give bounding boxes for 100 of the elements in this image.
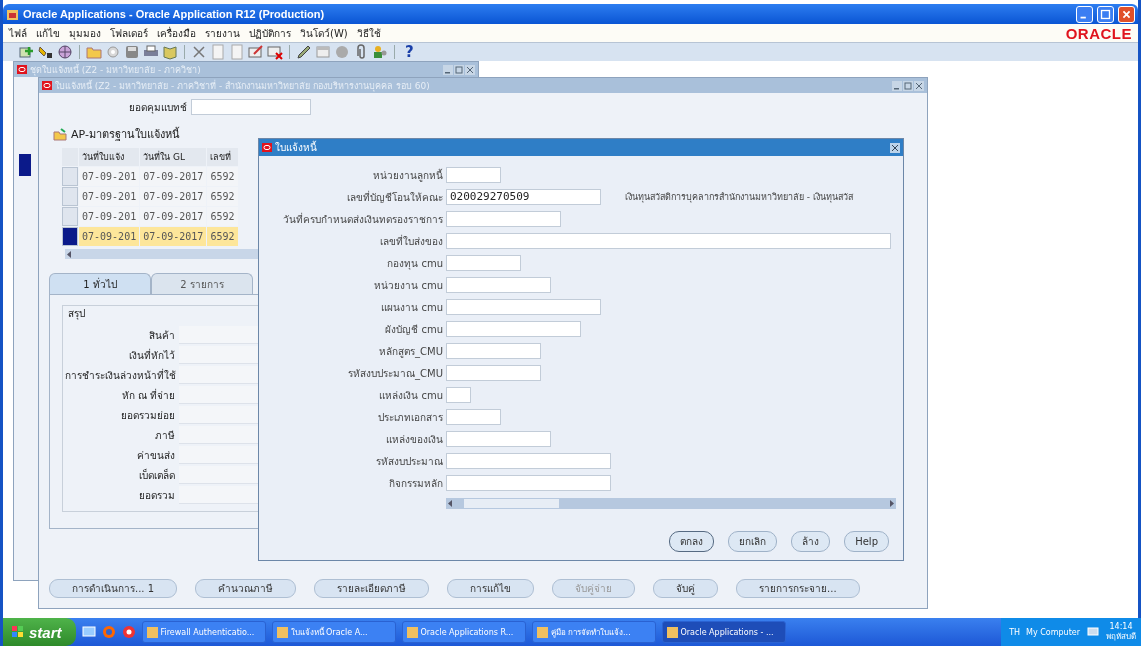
field-label: ยอดคุมแบทช์	[129, 100, 187, 115]
menu-item[interactable]: รายงาน	[205, 25, 240, 41]
field-label: เลขที่ใบส่งของ	[379, 233, 443, 249]
maximize-icon[interactable]	[1097, 5, 1114, 23]
taskbar-button[interactable]: Oracle Applications R...	[401, 621, 526, 643]
input-field[interactable]	[446, 343, 541, 359]
field-label: เงินที่หักไว้	[128, 347, 175, 363]
scroll-left-icon[interactable]	[446, 499, 454, 508]
language-indicator[interactable]: TH	[1009, 627, 1021, 637]
menu-item[interactable]: แก้ไข	[36, 25, 60, 41]
input-field[interactable]	[446, 299, 601, 315]
maximize-icon[interactable]	[903, 80, 913, 91]
input-field[interactable]	[446, 475, 611, 491]
scroll-right-icon[interactable]	[888, 499, 896, 508]
field-label: เบ็ดเตล็ด	[138, 467, 175, 483]
column-header[interactable]: วันที่ใน GL	[140, 148, 207, 166]
action-button[interactable]: จับคู่	[653, 579, 719, 598]
close-icon[interactable]	[465, 64, 475, 75]
action-button[interactable]: รายละเอียดภาษี	[314, 579, 430, 598]
dialog-button[interactable]: Help	[844, 531, 889, 552]
taskbar-button[interactable]: Firewall Authenticatio...	[141, 621, 266, 643]
field-label: กองทุน cmu	[386, 256, 443, 271]
dialog-button[interactable]: ล้าง	[791, 531, 831, 552]
input-field[interactable]	[446, 277, 551, 293]
field-label: ค่าขนส่ง	[136, 448, 175, 463]
help-button[interactable]: ?	[401, 44, 418, 60]
field-label: เลขที่บัญชีโอนให้คณะ	[346, 189, 443, 205]
field-label: แหล่งของเงิน	[385, 432, 443, 447]
folder-icon[interactable]	[53, 127, 67, 141]
window-title: ชุดใบแจ้งหนี้ (Z2 - มหาวิทยาลัย - ภาควิชา)	[30, 63, 201, 77]
app-icon	[6, 7, 19, 21]
menu-item[interactable]: วินโดว์(W)	[300, 25, 348, 41]
action-button[interactable]: รายการกระจาย...	[736, 579, 860, 598]
table-cell: 07-09-2017	[140, 167, 207, 186]
table-cell: 07-09-201	[79, 167, 140, 186]
scrollbar[interactable]	[446, 498, 896, 509]
input-field[interactable]: 020029270509	[446, 189, 601, 205]
menu-item[interactable]: ปฏิบัติการ	[249, 25, 291, 41]
field-label: แหล่งเงิน cmu	[378, 388, 443, 403]
menu-item[interactable]: มุมมอง	[69, 25, 101, 41]
tab[interactable]: 2 รายการ	[151, 273, 253, 294]
app-icon	[406, 626, 418, 638]
circle-icon[interactable]	[334, 44, 350, 60]
input-field[interactable]	[446, 255, 521, 271]
scroll-thumb[interactable]	[464, 499, 559, 508]
table-cell: 6592	[207, 207, 238, 226]
pencil-icon[interactable]	[248, 44, 264, 60]
dialog-button[interactable]: ตกลง	[669, 531, 715, 552]
input-field[interactable]	[446, 321, 581, 337]
minimize-icon[interactable]	[443, 64, 453, 75]
close-icon[interactable]	[914, 80, 924, 91]
maximize-icon[interactable]	[454, 64, 464, 75]
input-field[interactable]	[446, 431, 551, 447]
field-label: สินค้า	[148, 328, 175, 343]
column-header[interactable]: เลขที่	[207, 148, 238, 166]
input-field[interactable]	[446, 409, 501, 425]
globe-icon[interactable]	[57, 44, 73, 60]
close-icon[interactable]	[1118, 5, 1135, 23]
tab[interactable]: 1 ทั่วไป	[49, 273, 151, 294]
taskbar-button[interactable]: คู่มือ การจัดทำใบแจ้ง...	[531, 621, 656, 643]
field-label: หัก ณ ที่จ่าย	[120, 387, 175, 403]
dialog-button[interactable]: ยกเลิก	[728, 531, 778, 552]
people-icon[interactable]	[372, 44, 388, 60]
batch-control-field[interactable]	[191, 99, 311, 115]
taskbar-button[interactable]: Oracle Applications - ...	[661, 621, 786, 643]
field-label: หลักสูตร_CMU	[378, 344, 443, 359]
table-cell: 07-09-2017	[140, 187, 207, 206]
input-field[interactable]	[446, 211, 561, 227]
desktop-icon[interactable]	[81, 625, 96, 639]
column-header[interactable]: วันที่ใบแจ้ง	[79, 148, 140, 166]
menu-item[interactable]: ไฟล์	[9, 25, 27, 41]
action-button[interactable]: การแก้ไข	[447, 579, 535, 598]
input-field[interactable]	[446, 387, 471, 403]
action-button[interactable]: การดำเนินการ... 1	[49, 579, 178, 598]
menu-item[interactable]: วิธีใช้	[356, 25, 381, 41]
close-icon[interactable]	[890, 142, 900, 153]
window-logo-icon	[17, 65, 27, 74]
input-field[interactable]	[446, 365, 541, 381]
delete-icon[interactable]	[267, 44, 283, 60]
record-indicator	[19, 154, 31, 176]
action-button[interactable]: คำนวณภาษี	[195, 579, 297, 598]
page-icon[interactable]	[210, 44, 226, 60]
input-field[interactable]	[446, 233, 891, 249]
menu-item[interactable]: เครื่องมือ	[157, 25, 196, 41]
table-cell: 07-09-201	[79, 207, 140, 226]
browser-icon[interactable]	[121, 625, 136, 639]
minimize-icon[interactable]	[892, 80, 902, 91]
folder-name: AP-มาตรฐานใบแจ้งหนี้	[71, 126, 180, 143]
input-field[interactable]	[446, 167, 501, 183]
taskbar-button[interactable]: ใบแจ้งหนี้ Oracle A...	[271, 621, 396, 643]
row-selector[interactable]	[62, 227, 78, 246]
clock-day: พฤหัสบดี	[1106, 632, 1136, 642]
minimize-icon[interactable]	[1076, 5, 1093, 23]
field-label: หน่วยงาน cmu	[373, 278, 443, 293]
table-cell: 6592	[207, 227, 238, 246]
menu-item[interactable]: โฟลเดอร์	[110, 25, 148, 41]
input-field[interactable]	[446, 453, 611, 469]
scroll-left-icon[interactable]	[65, 249, 73, 259]
app-icon	[666, 626, 678, 638]
table-cell: 6592	[207, 167, 238, 186]
